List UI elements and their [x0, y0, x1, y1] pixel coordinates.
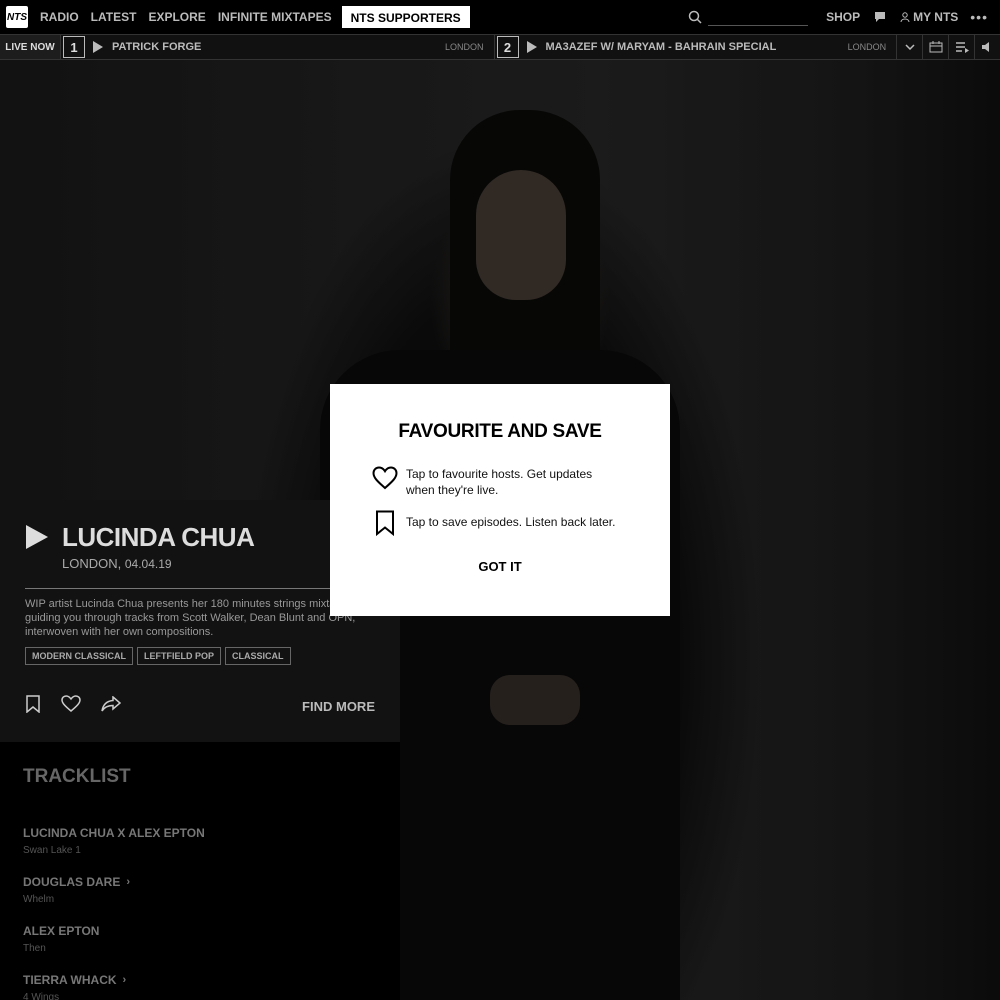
- track-title: Then: [23, 943, 46, 954]
- track-item: ALEX EPTON Then: [23, 924, 99, 954]
- track-item[interactable]: TIERRA WHACK › 4 Wings: [23, 973, 126, 1000]
- nav-explore[interactable]: EXPLORE: [148, 10, 205, 24]
- track-artist: ALEX EPTON: [23, 924, 100, 938]
- track-title: Swan Lake 1: [23, 845, 81, 856]
- nav-radio[interactable]: RADIO: [40, 10, 79, 24]
- search-input[interactable]: [708, 8, 809, 26]
- schedule-icon[interactable]: [922, 34, 948, 60]
- modal-favourite-text: Tap to favourite hosts. Get updates when…: [406, 467, 593, 497]
- track-artist[interactable]: DOUGLAS DARE: [23, 875, 120, 889]
- chevron-down-icon[interactable]: [896, 34, 922, 60]
- bookmark-icon[interactable]: [25, 695, 41, 713]
- nts-logo[interactable]: NTS: [6, 6, 28, 28]
- volume-icon[interactable]: [974, 34, 1000, 60]
- heart-icon[interactable]: [61, 695, 81, 713]
- episode-date: 04.04.19: [124, 557, 172, 571]
- tracklist: TRACKLIST LUCINDA CHUA X ALEX EPTON Swan…: [0, 742, 400, 1000]
- channel-title: PATRICK FORGE: [111, 41, 202, 53]
- nav-latest[interactable]: LATEST: [91, 10, 137, 24]
- chevron-right-icon[interactable]: ›: [126, 876, 130, 888]
- divider: [25, 588, 375, 589]
- episode-actions: [25, 695, 121, 713]
- modal-save-row: Tap to save episodes. Listen back later.: [372, 510, 621, 536]
- episode-title: LUCINDA CHUA: [62, 522, 255, 552]
- heart-icon: [372, 466, 398, 490]
- channel-number: 1: [62, 36, 85, 58]
- search-icon[interactable]: [688, 10, 702, 24]
- channel-title: MA3AZEF W/ MARYAM - BAHRAIN SPECIAL: [545, 41, 777, 53]
- channel-number: 2: [496, 36, 519, 58]
- favourite-save-modal: FAVOURITE AND SAVE Tap to favourite host…: [330, 384, 670, 616]
- live-channel-2[interactable]: 2 MA3AZEF W/ MARYAM - BAHRAIN SPECIAL LO…: [493, 35, 897, 59]
- live-bar: LIVE NOW 1 PATRICK FORGE LONDON 2 MA3AZE…: [0, 34, 1000, 60]
- track-item: LUCINDA CHUA X ALEX EPTON Swan Lake 1: [23, 826, 205, 856]
- genre-tag[interactable]: CLASSICAL: [225, 647, 291, 665]
- track-item[interactable]: DOUGLAS DARE › Whelm: [23, 875, 130, 905]
- episode-description: WIP artist Lucinda Chua presents her 180…: [25, 598, 356, 638]
- play-icon[interactable]: [92, 41, 103, 53]
- modal-title: FAVOURITE AND SAVE: [398, 421, 602, 442]
- my-nts-label: MY NTS: [913, 10, 959, 24]
- user-icon: [900, 12, 910, 22]
- nav-supporters-button[interactable]: NTS SUPPORTERS: [341, 6, 470, 28]
- modal-favourite-row: Tap to favourite hosts. Get updates when…: [372, 466, 621, 498]
- nav-right: SHOP MY NTS •••: [688, 0, 1000, 34]
- play-icon[interactable]: [26, 525, 48, 549]
- episode-meta: LONDON, 04.04.19: [62, 556, 172, 571]
- share-icon[interactable]: [101, 696, 121, 712]
- track-artist[interactable]: TIERRA WHACK: [23, 973, 117, 987]
- track-title: 4 Wings: [23, 992, 60, 1000]
- genre-tags: MODERN CLASSICAL LEFTFIELD POP CLASSICAL: [25, 647, 291, 665]
- got-it-button[interactable]: GOT IT: [330, 559, 670, 574]
- chevron-right-icon[interactable]: ›: [123, 974, 127, 986]
- track-title: Whelm: [23, 894, 55, 905]
- chat-icon[interactable]: [874, 11, 886, 23]
- play-icon[interactable]: [526, 41, 537, 53]
- bookmark-icon: [376, 510, 394, 536]
- more-icon[interactable]: •••: [970, 9, 988, 25]
- top-navigation: NTS RADIO LATEST EXPLORE INFINITE MIXTAP…: [0, 0, 1000, 34]
- modal-save-text: Tap to save episodes. Listen back later.: [406, 515, 616, 529]
- playlist-icon[interactable]: [948, 34, 974, 60]
- tracklist-title: TRACKLIST: [23, 766, 131, 787]
- genre-tag[interactable]: LEFTFIELD POP: [137, 647, 222, 665]
- channel-location: LONDON: [444, 42, 484, 52]
- nav-infinite-mixtapes[interactable]: INFINITE MIXTAPES: [218, 10, 332, 24]
- track-artist: LUCINDA CHUA X ALEX EPTON: [23, 826, 205, 840]
- live-channel-1[interactable]: 1 PATRICK FORGE LONDON: [59, 35, 494, 59]
- channel-location: LONDON: [847, 42, 887, 52]
- find-more-link[interactable]: FIND MORE: [302, 699, 375, 714]
- genre-tag[interactable]: MODERN CLASSICAL: [25, 647, 133, 665]
- live-now-label: LIVE NOW: [0, 35, 60, 59]
- nav-my-nts[interactable]: MY NTS: [900, 10, 958, 24]
- episode-location: LONDON,: [62, 556, 122, 571]
- nav-shop[interactable]: SHOP: [826, 10, 860, 24]
